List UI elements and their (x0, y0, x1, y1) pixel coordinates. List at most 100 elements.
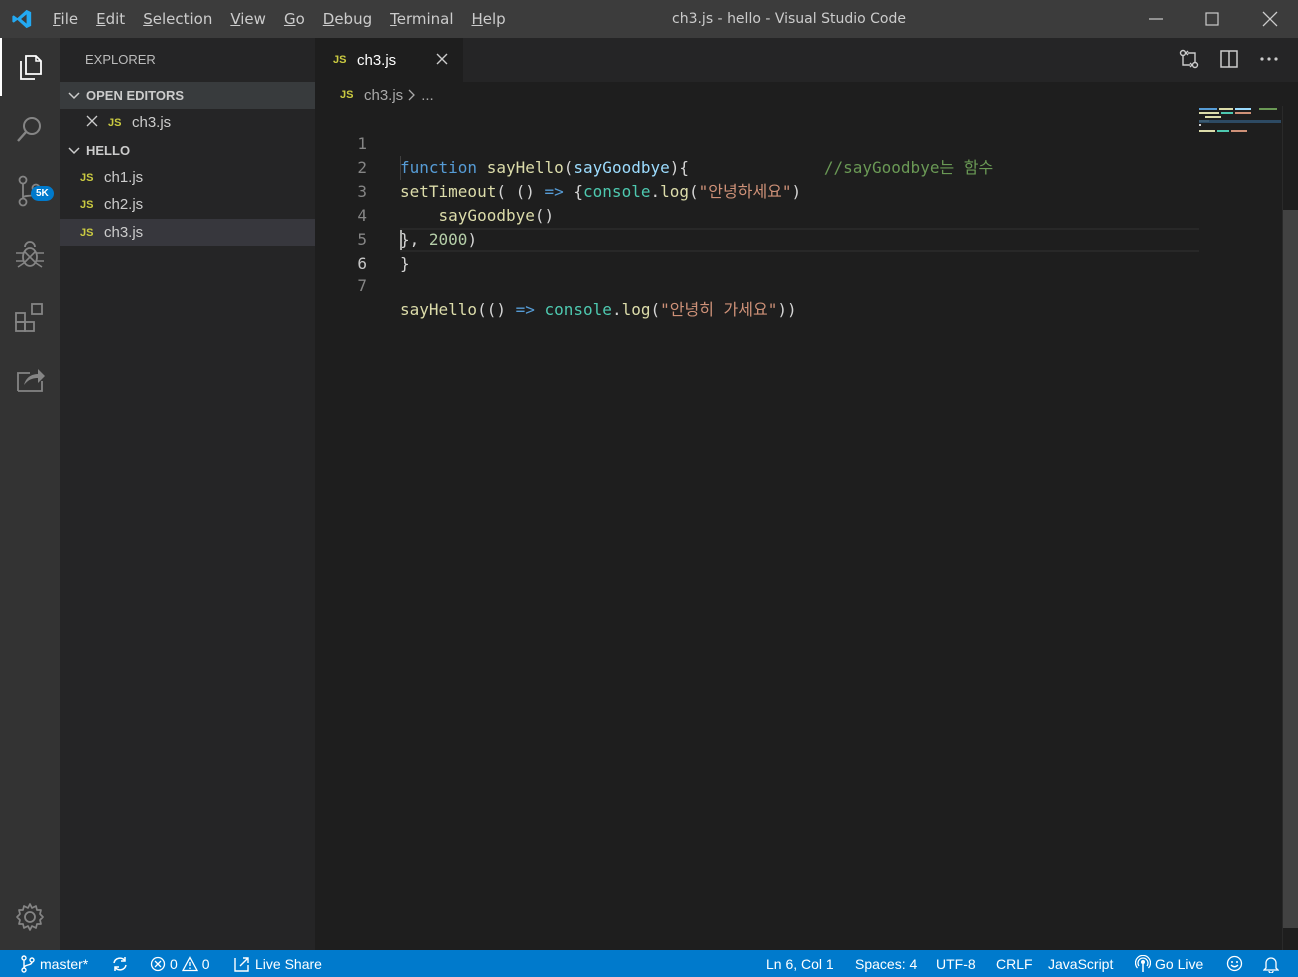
sync-icon (113, 956, 127, 971)
language-text: JavaScript (1048, 955, 1114, 972)
encoding-status[interactable]: UTF-8 (936, 950, 976, 977)
token: )) (777, 300, 797, 319)
token: log (621, 300, 651, 319)
breadcrumb: JS ch3.js ... (340, 84, 434, 106)
file-name: ch2.js (104, 196, 144, 213)
vscode-logo-icon (12, 9, 32, 29)
menu-view[interactable]: View (221, 10, 275, 28)
title-bar: File Edit Selection View Go Debug Termin… (0, 0, 1298, 38)
problems-status[interactable]: 0 0 (150, 950, 210, 977)
sync-button[interactable] (111, 950, 129, 977)
chevron-right-icon (408, 89, 416, 101)
token: . (611, 300, 622, 319)
live-share-icon (234, 956, 249, 972)
line-number: 7 (357, 276, 367, 295)
file-name: ch1.js (104, 169, 144, 186)
open-editor-item[interactable]: JS ch3.js (60, 109, 315, 136)
go-live-button[interactable]: Go Live (1135, 950, 1203, 977)
token: sayHello (400, 300, 478, 319)
scm-badge: 5K (31, 186, 54, 201)
warning-count: 0 (201, 955, 210, 972)
menu-selection[interactable]: Selection (134, 10, 221, 28)
editor-scrollbar[interactable] (1282, 106, 1298, 950)
gear-icon (16, 903, 44, 931)
activity-explorer[interactable] (0, 38, 60, 96)
warning-icon (181, 955, 198, 971)
error-count: 0 (170, 955, 178, 972)
code-line: 5 } (315, 204, 1282, 273)
open-editor-name: ch3.js (132, 114, 172, 131)
git-branch-icon (21, 954, 35, 973)
menu-edit[interactable]: Edit (87, 10, 134, 28)
file-item-selected[interactable]: JS ch3.js (60, 219, 315, 246)
code-editor[interactable]: 1 function sayHello(sayGoodbye){ //sayGo… (315, 106, 1282, 950)
editor-tab-bar: JS ch3.js (315, 38, 1298, 82)
token: => (515, 300, 535, 319)
language-mode-status[interactable]: JavaScript (1048, 950, 1113, 977)
breadcrumb-symbol[interactable]: ... (421, 87, 434, 104)
search-icon (17, 117, 41, 142)
status-bar: master* 0 0 Live Share Ln 6, Col 1 Space… (0, 950, 1298, 977)
activity-live-share[interactable] (0, 350, 60, 408)
open-editors-section[interactable]: OPEN EDITORS (60, 82, 315, 109)
activity-extensions[interactable] (0, 288, 60, 346)
editor-actions (1178, 48, 1280, 70)
bell-icon (1263, 956, 1279, 973)
minimize-icon (1149, 18, 1163, 20)
file-name: ch3.js (104, 224, 144, 241)
encoding-text: UTF-8 (936, 955, 976, 972)
files-icon (20, 55, 42, 80)
cursor-position[interactable]: Ln 6, Col 1 (766, 950, 834, 977)
indentation-status[interactable]: Spaces: 4 (855, 950, 917, 977)
token: ( (650, 300, 661, 319)
scrollbar-thumb[interactable] (1283, 210, 1298, 928)
js-file-icon: JS (80, 226, 94, 239)
activity-source-control[interactable]: 5K (0, 162, 60, 220)
menu-go[interactable]: Go (275, 10, 314, 28)
split-editor-icon[interactable] (1218, 48, 1240, 70)
minimize-button[interactable] (1128, 0, 1184, 38)
file-item[interactable]: JS ch1.js (60, 164, 315, 191)
live-share-label: Live Share (255, 955, 322, 972)
menu-help[interactable]: Help (463, 10, 515, 28)
menu-debug[interactable]: Debug (314, 10, 381, 28)
token: console (544, 300, 612, 319)
folder-hello-section[interactable]: HELLO (60, 137, 315, 164)
sidebar-title: EXPLORER (85, 52, 156, 67)
maximize-icon (1205, 12, 1219, 26)
notifications-button[interactable] (1263, 950, 1279, 977)
token: (() (477, 300, 516, 319)
menu-file[interactable]: File (44, 10, 87, 28)
code-line: 6 (315, 228, 1282, 273)
file-item[interactable]: JS ch2.js (60, 191, 315, 218)
activity-settings[interactable] (0, 888, 60, 946)
debug-bug-icon (16, 241, 44, 268)
more-actions-icon[interactable] (1258, 48, 1280, 70)
live-share-status[interactable]: Live Share (233, 950, 322, 977)
maximize-button[interactable] (1184, 0, 1240, 38)
minimap[interactable] (1199, 106, 1281, 950)
tab-close-icon[interactable] (433, 50, 451, 68)
git-branch-status[interactable]: master* (20, 950, 88, 977)
open-changes-icon[interactable] (1178, 48, 1200, 70)
feedback-button[interactable] (1226, 950, 1243, 977)
chevron-down-icon (62, 88, 86, 103)
menu-terminal[interactable]: Terminal (381, 10, 462, 28)
eol-text: CRLF (996, 955, 1033, 972)
tab-ch3-js[interactable]: JS ch3.js (315, 38, 463, 82)
cursor-position-text: Ln 6, Col 1 (766, 955, 834, 972)
activity-debug[interactable] (0, 226, 60, 284)
close-editor-icon[interactable] (86, 114, 108, 131)
close-window-button[interactable] (1242, 0, 1298, 38)
open-editors-label: OPEN EDITORS (86, 88, 185, 103)
activity-search[interactable] (0, 100, 60, 158)
code-line: 4 }, 2000) (315, 180, 1282, 249)
chevron-down-icon (62, 143, 86, 158)
js-file-icon: JS (80, 198, 94, 211)
broadcast-icon (1135, 954, 1151, 972)
indentation-text: Spaces: 4 (855, 955, 918, 972)
eol-status[interactable]: CRLF (996, 950, 1033, 977)
live-share-icon (17, 369, 45, 392)
code-line: 3 sayGoodbye() (315, 156, 1282, 225)
breadcrumb-file[interactable]: ch3.js (364, 87, 403, 104)
